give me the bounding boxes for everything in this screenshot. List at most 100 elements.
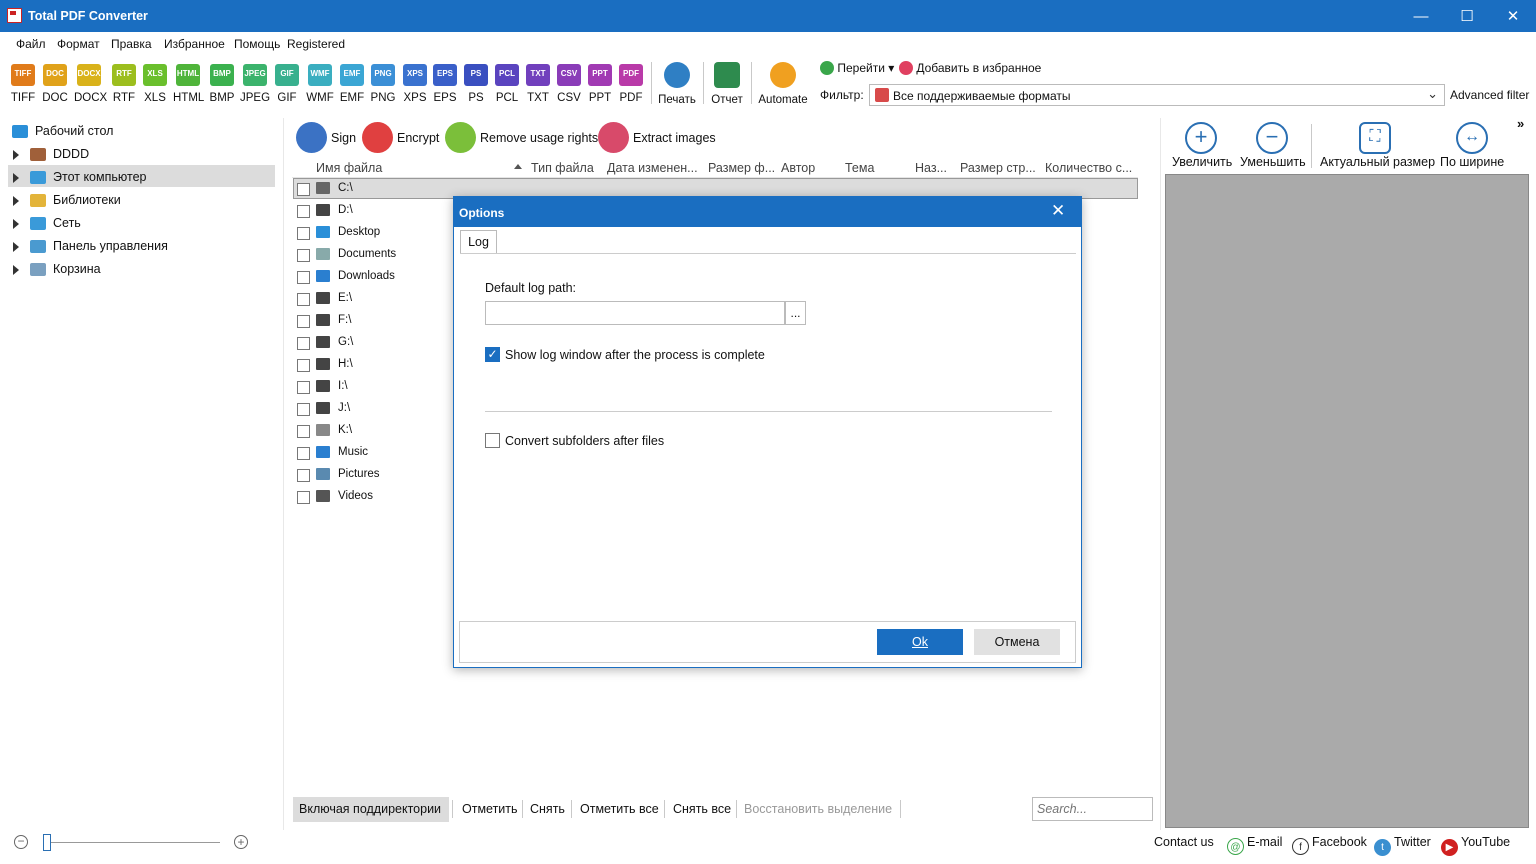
close-button[interactable]: ✕ xyxy=(1490,0,1536,32)
menu-registered[interactable]: Registered xyxy=(287,37,345,51)
file-checkbox[interactable] xyxy=(297,183,310,196)
expand-arrow-icon[interactable] xyxy=(13,150,19,160)
maximize-button[interactable]: ☐ xyxy=(1444,0,1490,32)
email-link[interactable]: @ E-mail xyxy=(1227,835,1282,855)
zoom-in-icon[interactable]: + xyxy=(1185,122,1217,154)
right-splitter[interactable] xyxy=(1160,118,1161,830)
contact-us-link[interactable]: Contact us xyxy=(1154,835,1214,849)
format-button-pcl[interactable]: PCL xyxy=(492,64,522,104)
twitter-link[interactable]: t Twitter xyxy=(1374,835,1431,856)
column-header[interactable]: Тип файла xyxy=(531,161,594,175)
zoom-in-small-icon[interactable]: + xyxy=(234,835,248,849)
filter-select[interactable]: Все поддерживаемые форматы ⌄ xyxy=(869,84,1445,106)
dialog-close-icon[interactable]: ✕ xyxy=(1051,201,1065,221)
minimize-button[interactable]: — xyxy=(1398,0,1444,32)
file-checkbox[interactable] xyxy=(297,469,310,482)
tree-item[interactable]: Этот компьютер xyxy=(10,169,275,189)
column-header[interactable]: Размер стр... xyxy=(960,161,1036,175)
file-checkbox[interactable] xyxy=(297,337,310,350)
file-checkbox[interactable] xyxy=(297,315,310,328)
menu-edit[interactable]: Правка xyxy=(111,37,152,51)
file-checkbox[interactable] xyxy=(297,447,310,460)
format-button-html[interactable]: HTML xyxy=(173,64,204,104)
expand-arrow-icon[interactable] xyxy=(13,265,19,275)
goto-button[interactable]: Перейти ▾ xyxy=(820,61,894,75)
fit-width-icon[interactable]: ↔ xyxy=(1456,122,1488,154)
tree-item[interactable]: Библиотеки xyxy=(10,192,275,212)
file-checkbox[interactable] xyxy=(297,227,310,240)
fit-width-button[interactable]: По ширине xyxy=(1440,155,1504,169)
file-checkbox[interactable] xyxy=(297,205,310,218)
zoom-slider-track[interactable] xyxy=(48,842,220,843)
format-button-txt[interactable]: TXT xyxy=(523,64,553,104)
tab-log[interactable]: Log xyxy=(460,230,497,254)
format-button-pdf[interactable]: PDF xyxy=(616,64,646,104)
file-checkbox[interactable] xyxy=(297,249,310,262)
automate-button[interactable]: Automate xyxy=(757,62,809,106)
menu-format[interactable]: Формат xyxy=(57,37,100,51)
format-button-csv[interactable]: CSV xyxy=(554,64,584,104)
zoom-out-icon[interactable]: − xyxy=(1256,122,1288,154)
add-favorite-button[interactable]: Добавить в избранное xyxy=(899,61,1041,75)
restore-selection-button[interactable]: Восстановить выделение xyxy=(744,802,892,816)
file-checkbox[interactable] xyxy=(297,381,310,394)
format-button-ppt[interactable]: PPT xyxy=(585,64,615,104)
convert-subfolders-checkbox[interactable] xyxy=(485,433,500,448)
facebook-link[interactable]: f Facebook xyxy=(1292,835,1367,855)
format-button-wmf[interactable]: WMF xyxy=(305,64,335,104)
zoom-out-small-icon[interactable]: − xyxy=(14,835,28,849)
column-header[interactable]: Дата изменен... xyxy=(607,161,698,175)
zoom-in-button[interactable]: Увеличить xyxy=(1172,155,1232,169)
search-input[interactable] xyxy=(1032,797,1153,821)
file-checkbox[interactable] xyxy=(297,293,310,306)
column-header[interactable]: Количество с... xyxy=(1045,161,1132,175)
format-button-jpeg[interactable]: JPEG xyxy=(240,64,270,104)
print-button[interactable]: Печать xyxy=(657,62,697,106)
mark-all-button[interactable]: Отметить все xyxy=(580,802,659,816)
actual-size-button[interactable]: Актуальный размер xyxy=(1320,155,1435,169)
include-subdirs-toggle[interactable]: Включая поддиректории xyxy=(299,802,441,816)
youtube-link[interactable]: ▶ YouTube xyxy=(1441,835,1510,856)
expand-arrow-icon[interactable] xyxy=(13,242,19,252)
unmark-all-button[interactable]: Снять все xyxy=(673,802,731,816)
expand-arrow-icon[interactable] xyxy=(13,196,19,206)
format-button-emf[interactable]: EMF xyxy=(337,64,367,104)
expand-arrow-icon[interactable] xyxy=(13,219,19,229)
menu-help[interactable]: Помощь xyxy=(234,37,280,51)
tree-item[interactable]: Сеть xyxy=(10,215,275,235)
format-button-png[interactable]: PNG xyxy=(368,64,398,104)
zoom-out-button[interactable]: Уменьшить xyxy=(1240,155,1306,169)
browse-button[interactable]: ... xyxy=(785,301,806,325)
column-header[interactable]: Тема xyxy=(845,161,874,175)
menu-file[interactable]: Файл xyxy=(16,37,46,51)
format-button-ps[interactable]: PS xyxy=(461,64,491,104)
advanced-filter-link[interactable]: Advanced filter xyxy=(1450,88,1529,102)
column-header[interactable]: Имя файла xyxy=(316,161,382,175)
file-checkbox[interactable] xyxy=(297,491,310,504)
zoom-slider-thumb[interactable] xyxy=(43,834,51,851)
tree-item[interactable]: Рабочий стол xyxy=(10,123,275,143)
tree-item[interactable]: Корзина xyxy=(10,261,275,281)
format-button-xps[interactable]: XPS xyxy=(400,64,430,104)
cancel-button[interactable]: Отмена xyxy=(974,629,1060,655)
file-checkbox[interactable] xyxy=(297,403,310,416)
file-checkbox[interactable] xyxy=(297,271,310,284)
file-checkbox[interactable] xyxy=(297,425,310,438)
ok-button[interactable]: Ok xyxy=(877,629,963,655)
format-button-xls[interactable]: XLS xyxy=(140,64,170,104)
show-log-checkbox[interactable]: ✓ xyxy=(485,347,500,362)
more-chevron-icon[interactable]: » xyxy=(1517,116,1524,131)
format-button-rtf[interactable]: RTF xyxy=(109,64,139,104)
format-button-tiff[interactable]: TIFF xyxy=(8,64,38,104)
tree-item[interactable]: DDDD xyxy=(10,146,275,166)
format-button-bmp[interactable]: BMP xyxy=(207,64,237,104)
log-path-input[interactable] xyxy=(485,301,785,325)
format-button-docx[interactable]: DOCX xyxy=(74,64,107,104)
actual-size-icon[interactable]: ⛶ xyxy=(1359,122,1391,154)
tree-item[interactable]: Панель управления xyxy=(10,238,275,258)
format-button-gif[interactable]: GIF xyxy=(272,64,302,104)
column-header[interactable]: Автор xyxy=(781,161,815,175)
report-button[interactable]: Отчет xyxy=(709,62,745,106)
expand-arrow-icon[interactable] xyxy=(13,173,19,183)
column-header[interactable]: Размер ф... xyxy=(708,161,775,175)
